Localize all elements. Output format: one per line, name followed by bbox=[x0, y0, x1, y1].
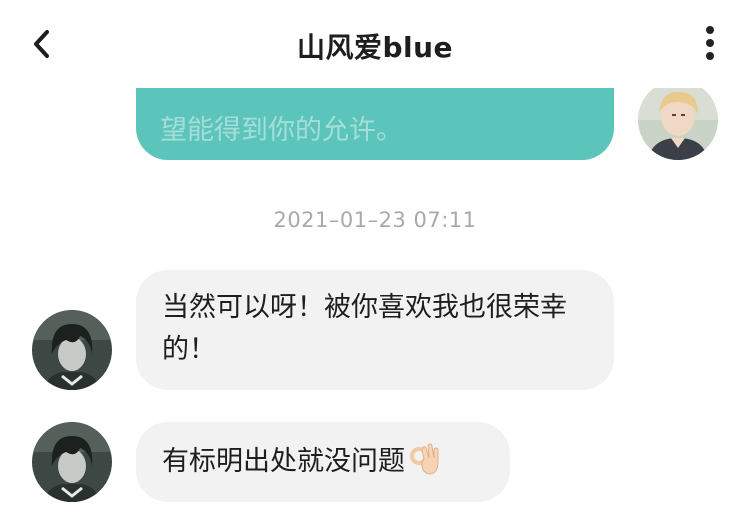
incoming-message-bubble[interactable]: 当然可以呀！被你喜欢我也很荣幸的！ bbox=[136, 270, 614, 390]
chat-title: 山风爱blue bbox=[296, 31, 454, 64]
more-vertical-icon bbox=[702, 26, 718, 60]
ok-hand-icon bbox=[407, 442, 441, 476]
chat-header: 山风爱blue bbox=[0, 0, 750, 88]
avatar-photo-icon bbox=[638, 80, 718, 160]
outgoing-message-text: 望能得到你的允许。 bbox=[160, 115, 403, 146]
incoming-message-text: 当然可以呀！被你喜欢我也很荣幸的！ bbox=[162, 292, 567, 365]
message-timestamp: 2021–01–23 07:11 bbox=[273, 208, 477, 232]
more-options-button[interactable] bbox=[702, 26, 718, 64]
incoming-message-text: 有标明出处就没问题 bbox=[162, 446, 405, 477]
anime-avatar-icon bbox=[32, 422, 112, 502]
incoming-message-bubble[interactable]: 有标明出处就没问题 bbox=[136, 422, 510, 502]
anime-avatar-icon bbox=[32, 310, 112, 390]
contact-avatar[interactable] bbox=[32, 422, 112, 502]
contact-avatar[interactable] bbox=[32, 310, 112, 390]
my-avatar[interactable] bbox=[638, 80, 718, 160]
